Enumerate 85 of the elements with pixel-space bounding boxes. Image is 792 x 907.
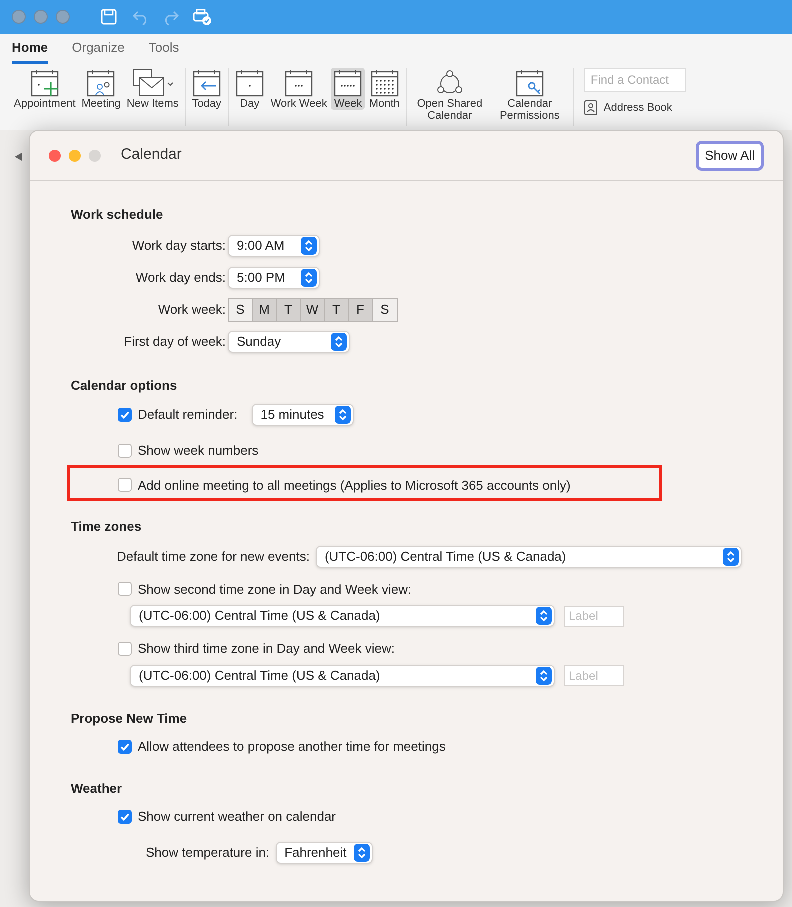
calendar-icon bbox=[333, 68, 364, 98]
section-heading: Time zones bbox=[71, 518, 143, 536]
dropdown[interactable]: Fahrenheit bbox=[276, 842, 373, 864]
checkbox[interactable] bbox=[118, 408, 132, 422]
checkbox-label: Show week numbers bbox=[138, 442, 259, 460]
save-icon[interactable] bbox=[100, 8, 118, 26]
calendar-icon bbox=[234, 68, 265, 98]
calendar-icon bbox=[192, 68, 222, 98]
minimize-button[interactable] bbox=[69, 150, 81, 162]
checkbox[interactable] bbox=[118, 642, 132, 656]
weekday-toggle[interactable]: S bbox=[229, 298, 253, 320]
section-heading: Work schedule bbox=[71, 206, 164, 224]
section-heading: Weather bbox=[71, 780, 124, 798]
stepper-icon bbox=[301, 268, 317, 286]
window-control[interactable] bbox=[34, 10, 48, 24]
ribbon-button[interactable]: New Items bbox=[124, 68, 181, 110]
checkbox[interactable] bbox=[118, 444, 132, 458]
checkbox-label: Allow attendees to propose another time for meetings bbox=[138, 738, 446, 756]
address-book-button[interactable]: Address Book bbox=[584, 100, 686, 116]
close-button[interactable] bbox=[49, 150, 61, 162]
calendar-icon bbox=[86, 68, 116, 98]
calendar-icon bbox=[514, 68, 545, 98]
dropdown[interactable]: (UTC-06:00) Central Time (US & Canada) bbox=[130, 605, 555, 627]
field-label: First day of week: bbox=[123, 332, 227, 351]
checkbox[interactable] bbox=[118, 478, 132, 492]
back-arrow-icon bbox=[15, 153, 23, 161]
window-control[interactable] bbox=[56, 10, 70, 24]
ribbon-button[interactable]: Day bbox=[232, 68, 267, 110]
show-all-button[interactable]: Show All bbox=[696, 140, 764, 170]
checkbox-label: Show second time zone in Day and Week view: bbox=[138, 580, 412, 599]
weekday-toggle[interactable]: F bbox=[349, 298, 373, 320]
stepper-icon bbox=[331, 332, 347, 350]
dropdown[interactable]: Sunday bbox=[228, 330, 350, 352]
ribbon-button[interactable]: Meeting bbox=[80, 68, 123, 110]
stepper-icon bbox=[354, 844, 370, 862]
stepper-icon bbox=[334, 406, 351, 424]
ribbon-button[interactable]: Today bbox=[190, 68, 224, 110]
field-label: Default time zone for new events: bbox=[117, 548, 310, 566]
weekday-toggle[interactable]: T bbox=[277, 298, 301, 320]
window-control[interactable] bbox=[12, 10, 26, 24]
checkbox[interactable] bbox=[118, 810, 132, 824]
checkbox-label: Show current weather on calendar bbox=[138, 808, 336, 826]
section-heading: Propose New Time bbox=[71, 710, 188, 728]
envelope-icon bbox=[132, 68, 174, 98]
dialog-title: Calendar bbox=[121, 145, 182, 166]
checkbox[interactable] bbox=[118, 582, 132, 596]
search-field[interactable]: Find a Contact bbox=[584, 68, 686, 92]
dropdown[interactable]: (UTC-06:00) Central Time (US & Canada) bbox=[130, 664, 555, 686]
field-label: Show temperature in: bbox=[146, 844, 270, 862]
weekday-toggle[interactable]: T bbox=[325, 298, 349, 320]
weekday-toggle[interactable]: S bbox=[373, 298, 397, 320]
field-label: Work day ends: bbox=[134, 268, 227, 287]
weekday-toggle[interactable]: M bbox=[253, 298, 277, 320]
checkbox[interactable] bbox=[118, 740, 132, 754]
checkbox-label: Default reminder: bbox=[138, 406, 238, 424]
ribbon-button[interactable]: Open Shared Calendar bbox=[410, 68, 489, 122]
stepper-icon bbox=[536, 666, 552, 684]
dropdown[interactable]: 5:00 PM bbox=[228, 266, 320, 288]
stepper-icon bbox=[536, 607, 552, 625]
section-heading: Calendar options bbox=[71, 376, 178, 395]
ribbon-button[interactable]: Week bbox=[331, 68, 366, 110]
stepper-icon bbox=[301, 236, 317, 254]
label-field[interactable]: Label bbox=[564, 665, 624, 686]
printer-icon[interactable] bbox=[192, 8, 212, 26]
ribbon-button[interactable]: Appointment bbox=[12, 68, 78, 110]
ribbon-tab[interactable]: Tools bbox=[148, 38, 180, 64]
ribbon-button[interactable]: Month bbox=[367, 68, 402, 110]
stepper-icon bbox=[722, 548, 739, 566]
calendar-icon bbox=[30, 68, 60, 98]
ribbon-button[interactable]: Calendar Permissions bbox=[490, 68, 569, 122]
ribbon-tab[interactable]: Organize bbox=[72, 38, 125, 64]
label-field[interactable]: Label bbox=[564, 606, 624, 626]
weekday-toggle[interactable]: W bbox=[301, 298, 325, 320]
calendar-icon bbox=[284, 68, 314, 98]
zoom-button[interactable] bbox=[89, 150, 101, 162]
checkbox-label: Add online meeting to all meetings (Applies to Microsoft 365 accounts only) bbox=[138, 476, 571, 495]
ribbon-button[interactable]: Work Week bbox=[268, 68, 330, 110]
contact-card-icon bbox=[584, 100, 598, 116]
field-label: Work week: bbox=[157, 300, 227, 319]
dropdown[interactable]: 9:00 AM bbox=[228, 234, 320, 256]
checkbox-label: Show third time zone in Day and Week view: bbox=[138, 640, 395, 658]
field-label: Work day starts: bbox=[131, 236, 227, 255]
month-grid-icon bbox=[370, 68, 400, 98]
dropdown[interactable]: (UTC-06:00) Central Time (US & Canada) bbox=[316, 546, 742, 568]
dropdown[interactable]: 15 minutes bbox=[252, 404, 354, 426]
